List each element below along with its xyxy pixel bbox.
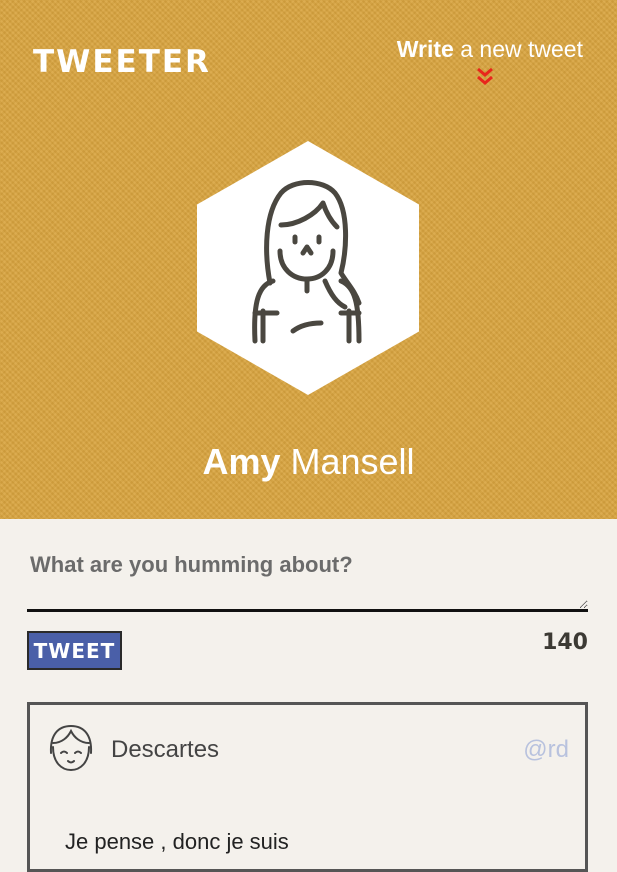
tweet-card: Descartes @rd Je pense , donc je suis <box>27 702 588 872</box>
tweet-input[interactable] <box>27 540 588 612</box>
tweet-username[interactable]: Descartes <box>111 736 219 764</box>
character-count: 140 <box>542 630 588 655</box>
tweet-composer <box>27 540 588 612</box>
write-link-rest: a new tweet <box>453 36 583 62</box>
tweet-avatar-icon <box>49 724 93 772</box>
tweet-button[interactable]: Tweet <box>27 631 122 670</box>
profile-avatar <box>197 141 419 395</box>
double-chevron-down-icon[interactable] <box>474 66 496 88</box>
profile-last-name: Mansell <box>280 441 415 482</box>
profile-header: Tweeter Write a new tweet Amy Mansell <box>0 0 617 519</box>
profile-first-name: Amy <box>202 441 281 482</box>
app-logo: Tweeter <box>33 44 211 80</box>
write-new-tweet-link[interactable]: Write a new tweet <box>397 36 583 63</box>
profile-name: Amy Mansell <box>0 441 617 483</box>
tweet-text: Je pense , donc je suis <box>65 829 289 854</box>
tweet-handle[interactable]: @rd <box>523 736 569 764</box>
write-link-bold: Write <box>396 36 454 62</box>
